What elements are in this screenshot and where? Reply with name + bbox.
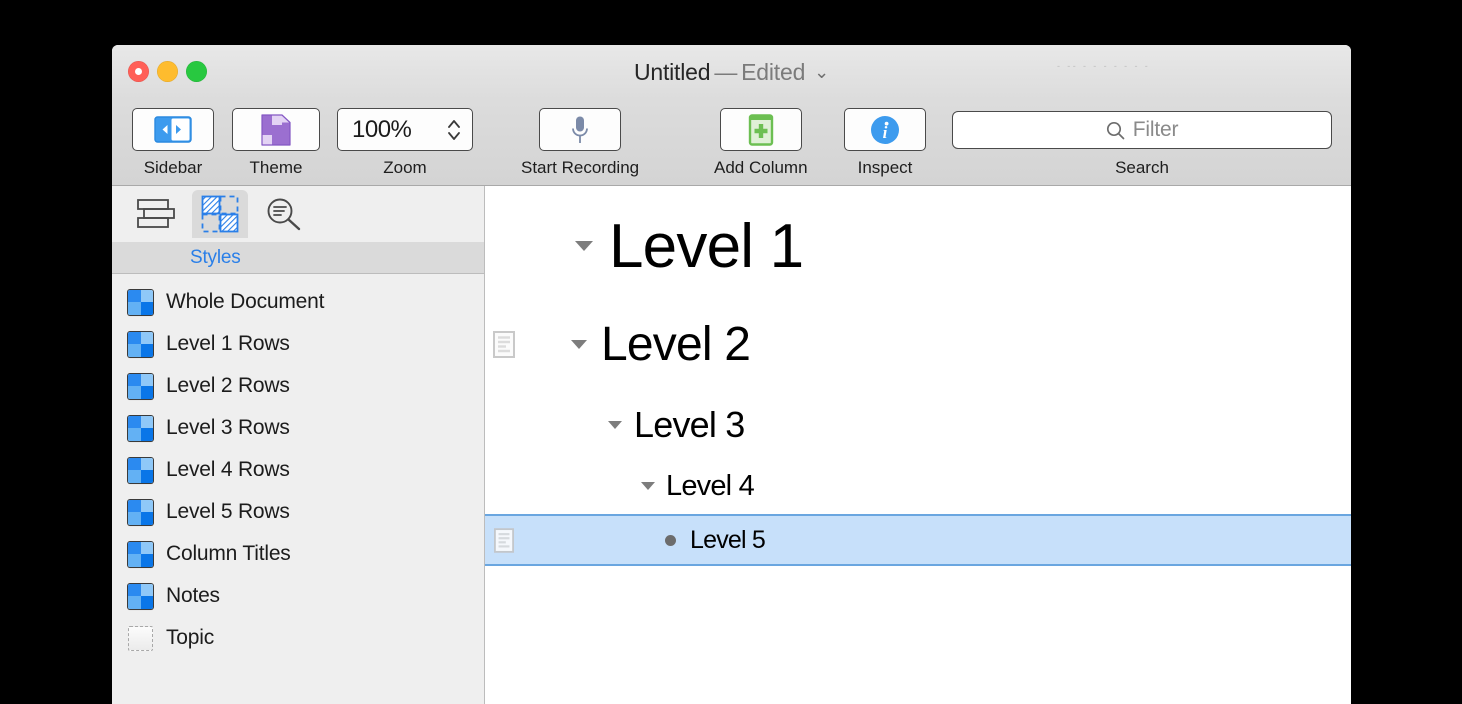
style-swatch-icon — [128, 289, 153, 315]
disclosure-triangle-icon[interactable] — [608, 421, 622, 429]
list-item[interactable]: Level 1 Rows — [112, 323, 484, 365]
outline-row-level-1[interactable]: Level 1 — [485, 196, 1351, 296]
title-dash: — — [714, 59, 738, 85]
add-column-icon — [748, 113, 773, 146]
style-item-label: Level 3 Rows — [166, 416, 290, 439]
style-item-label: Level 1 Rows — [166, 332, 290, 355]
sidebar-tab-styles[interactable] — [192, 190, 248, 238]
outline-row-text[interactable]: Level 1 — [609, 211, 804, 282]
style-swatch-icon — [128, 499, 153, 525]
row-gutter[interactable] — [485, 527, 523, 553]
sidebar-tab-outline[interactable] — [128, 190, 184, 238]
search-input[interactable]: Filter — [952, 111, 1332, 149]
document-name: Untitled — [633, 59, 711, 85]
note-icon[interactable] — [494, 527, 514, 553]
info-icon: i — [871, 115, 899, 144]
styles-checkerboard-icon — [201, 195, 239, 233]
microphone-icon — [572, 116, 588, 143]
title-bar: Untitled — Edited ⌄ - -- - - - - - - - — [112, 45, 1351, 100]
style-item-label: Column Titles — [166, 542, 291, 565]
main-split-view: Styles Whole Document Level 1 Rows Level… — [112, 186, 1351, 704]
list-item[interactable]: Column Titles — [112, 533, 484, 575]
toolbar-item-search: Filter Search — [952, 108, 1332, 178]
start-recording-label: Start Recording — [521, 158, 640, 177]
outline-row-level-3[interactable]: Level 3 — [485, 392, 1351, 458]
outline-row-level-4[interactable]: Level 4 — [485, 458, 1351, 514]
outline-structure-icon — [137, 199, 175, 228]
bullet-icon[interactable] — [665, 534, 676, 546]
disclosure-triangle-icon[interactable] — [571, 339, 587, 349]
toolbar-item-inspect: i Inspect — [844, 108, 926, 178]
app-window: Untitled — Edited ⌄ - -- - - - - - - - Side… — [112, 45, 1351, 704]
zoom-stepper[interactable]: 100% — [337, 108, 473, 151]
toolbar-item-theme: Theme — [232, 108, 320, 178]
add-column-label: Add Column — [714, 158, 808, 177]
list-item[interactable]: Level 4 Rows — [112, 449, 484, 491]
outline-row-text[interactable]: Level 3 — [634, 404, 745, 446]
toolbar-item-zoom: 100% Zoom — [337, 108, 473, 178]
sidebar-tab-title-bar: Styles — [112, 242, 484, 274]
row-gutter[interactable] — [485, 330, 523, 358]
list-item[interactable]: Level 5 Rows — [112, 491, 484, 533]
theme-button-label: Theme — [249, 158, 303, 177]
style-item-label: Level 5 Rows — [166, 500, 290, 523]
sidebar-icon — [154, 116, 192, 143]
theme-button[interactable] — [232, 108, 320, 151]
sidebar-panel: Styles Whole Document Level 1 Rows Level… — [112, 186, 485, 704]
styles-list: Whole Document Level 1 Rows Level 2 Rows… — [112, 274, 484, 704]
theme-document-icon — [261, 113, 291, 146]
style-item-label: Level 2 Rows — [166, 374, 290, 397]
list-item[interactable]: Whole Document — [112, 281, 484, 323]
sidebar-tab-search[interactable] — [256, 190, 312, 238]
note-icon[interactable] — [493, 330, 515, 358]
sidebar-button-label: Sidebar — [143, 158, 203, 177]
disclosure-triangle-icon[interactable] — [575, 241, 593, 251]
outline-editor[interactable]: Level 1 Level 2 Level 3 Level 4 Level 5 — [485, 186, 1351, 704]
start-recording-button[interactable] — [539, 108, 622, 151]
toolbar-item-record: Start Recording — [521, 108, 639, 178]
zoom-value: 100% — [352, 115, 412, 143]
style-item-label: Level 4 Rows — [166, 458, 290, 481]
style-swatch-icon — [128, 583, 153, 609]
content-top-spacer — [485, 186, 1351, 196]
search-icon — [1106, 121, 1125, 139]
sidebar-tabstrip — [112, 186, 484, 242]
style-item-label: Notes — [166, 584, 220, 607]
sidebar-active-tab-title: Styles — [190, 246, 241, 268]
list-item[interactable]: Topic — [112, 617, 484, 659]
clipped-overflow-text: - -- - - - - - - - — [1057, 61, 1151, 71]
outline-row-text[interactable]: Level 2 — [601, 317, 751, 372]
toolbar-item-sidebar: Sidebar — [132, 108, 214, 178]
inspect-button[interactable]: i — [844, 108, 926, 151]
filter-search-icon — [267, 198, 301, 230]
zoom-label: Zoom — [383, 158, 427, 177]
outline-row-text[interactable]: Level 4 — [666, 470, 755, 503]
style-item-label: Topic — [166, 626, 215, 649]
list-item[interactable]: Level 3 Rows — [112, 407, 484, 449]
outline-row-text[interactable]: Level 5 — [690, 526, 766, 555]
list-item[interactable]: Notes — [112, 575, 484, 617]
toolbar: Sidebar Theme 100% Zoom Start Recording … — [112, 100, 1351, 186]
outline-row-level-5-selected[interactable]: Level 5 — [485, 514, 1351, 566]
list-item[interactable]: Level 2 Rows — [112, 365, 484, 407]
search-label: Search — [1115, 158, 1169, 177]
chevron-down-icon[interactable]: ⌄ — [814, 62, 829, 83]
search-placeholder: Filter — [1132, 118, 1179, 141]
style-swatch-icon — [128, 373, 153, 399]
disclosure-triangle-icon[interactable] — [641, 482, 655, 490]
outline-row-level-2[interactable]: Level 2 — [485, 296, 1351, 392]
style-swatch-icon — [128, 415, 153, 441]
inspect-label: Inspect — [857, 158, 913, 177]
document-edited-status: Edited — [741, 59, 806, 85]
sidebar-button[interactable] — [132, 108, 214, 151]
stepper-icon[interactable] — [447, 117, 461, 143]
toolbar-item-add-column: Add Column — [714, 108, 808, 178]
style-swatch-icon — [128, 331, 153, 357]
style-swatch-empty-icon — [128, 625, 153, 651]
style-swatch-icon — [128, 541, 153, 567]
svg-text:i: i — [883, 123, 888, 142]
style-item-label: Whole Document — [166, 290, 325, 313]
style-swatch-icon — [128, 457, 153, 483]
add-column-button[interactable] — [719, 108, 802, 151]
